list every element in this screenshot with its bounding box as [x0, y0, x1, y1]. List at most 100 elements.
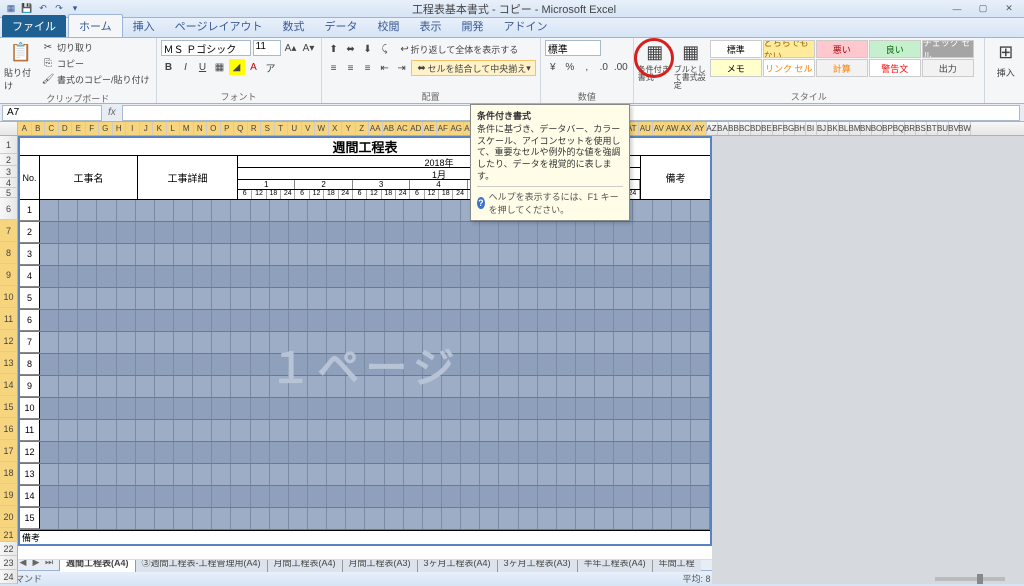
font-name-select[interactable]: ＭＳ Ｐゴシック: [161, 40, 251, 56]
italic-button[interactable]: I: [178, 59, 194, 75]
ws-row[interactable]: 10: [20, 398, 710, 420]
row-header[interactable]: 10: [0, 286, 18, 308]
col-header[interactable]: A: [18, 122, 32, 135]
ws-row[interactable]: 13: [20, 464, 710, 486]
orientation-icon[interactable]: ⤹: [377, 41, 393, 57]
increase-font-icon[interactable]: A▴: [283, 40, 299, 56]
col-header[interactable]: N: [194, 122, 208, 135]
row-header[interactable]: 19: [0, 484, 18, 506]
col-header[interactable]: V: [302, 122, 316, 135]
col-header[interactable]: BM: [850, 122, 861, 135]
col-header[interactable]: BW: [960, 122, 971, 135]
col-header[interactable]: C: [45, 122, 59, 135]
col-header[interactable]: X: [329, 122, 343, 135]
col-header[interactable]: AZ: [707, 122, 718, 135]
close-icon[interactable]: ✕: [998, 3, 1020, 15]
font-color-button[interactable]: A: [246, 59, 262, 75]
row-header[interactable]: 23: [0, 556, 18, 570]
align-top-icon[interactable]: ⬆: [326, 41, 342, 57]
col-header[interactable]: BH: [795, 122, 806, 135]
row-header[interactable]: 14: [0, 374, 18, 396]
row-header[interactable]: 18: [0, 462, 18, 484]
bold-button[interactable]: B: [161, 59, 177, 75]
col-header[interactable]: G: [99, 122, 113, 135]
col-header[interactable]: AB: [383, 122, 397, 135]
ribbon-tab-1[interactable]: ホーム: [68, 14, 123, 37]
ws-row[interactable]: 5: [20, 288, 710, 310]
row-header[interactable]: 16: [0, 418, 18, 440]
copy-button[interactable]: ⎘コピー: [40, 56, 152, 71]
style-cell[interactable]: リンク セル: [763, 59, 815, 77]
col-header[interactable]: J: [140, 122, 154, 135]
col-header[interactable]: B: [32, 122, 46, 135]
ws-row[interactable]: 8: [20, 354, 710, 376]
col-header[interactable]: AU: [639, 122, 653, 135]
col-header[interactable]: Q: [234, 122, 248, 135]
row-header[interactable]: 21: [0, 528, 18, 542]
cell-styles-gallery[interactable]: 標準どちらでもない悪い良いチェック セルメモリンク セル計算警告文出力: [710, 40, 980, 77]
increase-decimal-icon[interactable]: .0: [596, 59, 612, 75]
col-header[interactable]: Y: [342, 122, 356, 135]
col-header[interactable]: S: [261, 122, 275, 135]
ribbon-tab-9[interactable]: アドイン: [493, 15, 557, 37]
style-cell[interactable]: チェック セル: [922, 40, 974, 58]
col-header[interactable]: BS: [916, 122, 927, 135]
col-header[interactable]: E: [72, 122, 86, 135]
row-header[interactable]: 17: [0, 440, 18, 462]
style-cell[interactable]: 良い: [869, 40, 921, 58]
phonetic-button[interactable]: ア: [263, 59, 279, 75]
wrap-text-button[interactable]: ↩折り返して全体を表示する: [394, 41, 524, 57]
style-cell[interactable]: 標準: [710, 40, 762, 58]
number-format-select[interactable]: 標準: [545, 40, 601, 56]
col-header[interactable]: H: [113, 122, 127, 135]
ribbon-tab-8[interactable]: 開発: [451, 15, 493, 37]
insert-cells-button[interactable]: ⊞挿入: [989, 40, 1023, 79]
font-size-select[interactable]: 11: [253, 40, 281, 56]
col-header[interactable]: P: [221, 122, 235, 135]
col-header[interactable]: BQ: [894, 122, 905, 135]
ws-row[interactable]: 7: [20, 332, 710, 354]
percent-icon[interactable]: %: [562, 59, 578, 75]
row-header[interactable]: 6: [0, 198, 18, 220]
col-header[interactable]: BD: [751, 122, 762, 135]
paste-button[interactable]: 📋 貼り付け: [4, 40, 38, 92]
row-header[interactable]: 13: [0, 352, 18, 374]
style-cell[interactable]: 警告文: [869, 59, 921, 77]
align-right-icon[interactable]: ≡: [360, 60, 376, 76]
col-header[interactable]: BC: [740, 122, 751, 135]
row-header[interactable]: 2: [0, 154, 18, 166]
col-header[interactable]: BR: [905, 122, 916, 135]
col-header[interactable]: AA: [369, 122, 383, 135]
style-cell[interactable]: 出力: [922, 59, 974, 77]
col-header[interactable]: L: [167, 122, 181, 135]
row-header[interactable]: 8: [0, 242, 18, 264]
fx-icon[interactable]: fx: [102, 107, 122, 118]
col-header[interactable]: BE: [762, 122, 773, 135]
col-header[interactable]: BI: [806, 122, 817, 135]
align-middle-icon[interactable]: ⬌: [343, 41, 359, 57]
ribbon-tab-4[interactable]: 数式: [272, 15, 314, 37]
ribbon-tab-7[interactable]: 表示: [409, 15, 451, 37]
indent-dec-icon[interactable]: ⇤: [377, 60, 393, 76]
comma-icon[interactable]: ,: [579, 59, 595, 75]
row-header[interactable]: 24: [0, 570, 18, 584]
col-header[interactable]: I: [126, 122, 140, 135]
col-header[interactable]: R: [248, 122, 262, 135]
decrease-decimal-icon[interactable]: .00: [613, 59, 629, 75]
row-header[interactable]: 20: [0, 506, 18, 528]
maximize-icon[interactable]: ▢: [972, 3, 994, 15]
ribbon-tab-6[interactable]: 校閲: [367, 15, 409, 37]
col-header[interactable]: AC: [396, 122, 410, 135]
col-header[interactable]: AE: [423, 122, 437, 135]
cut-button[interactable]: ✂切り取り: [40, 40, 152, 55]
ws-row[interactable]: 6: [20, 310, 710, 332]
currency-icon[interactable]: ¥: [545, 59, 561, 75]
style-cell[interactable]: どちらでもない: [763, 40, 815, 58]
row-header[interactable]: 11: [0, 308, 18, 330]
col-header[interactable]: AY: [693, 122, 707, 135]
ribbon-tab-3[interactable]: ページレイアウト: [165, 15, 273, 37]
ribbon-tab-0[interactable]: ファイル: [2, 15, 66, 37]
ws-row[interactable]: 14: [20, 486, 710, 508]
save-icon[interactable]: 💾: [20, 2, 34, 16]
style-cell[interactable]: 悪い: [816, 40, 868, 58]
